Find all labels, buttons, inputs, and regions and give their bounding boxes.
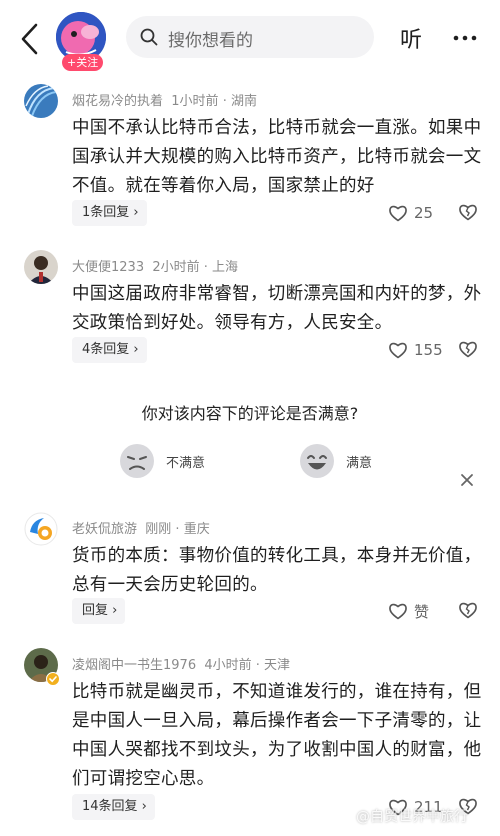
like-button[interactable]: 25 bbox=[388, 201, 433, 225]
like-button[interactable]: 155 bbox=[388, 338, 443, 362]
view-replies-button[interactable]: 1条回复 › bbox=[72, 200, 147, 226]
comment-item: 大便便1233 2小时前 · 上海 中国这届政府非常睿智，切断漂亮国和内奸的梦，… bbox=[0, 250, 500, 370]
commenter-name[interactable]: 凌烟阁中一书生1976 bbox=[72, 658, 196, 673]
watermark: @自贸世界中旅行 bbox=[356, 809, 468, 825]
unhappy-face-icon bbox=[120, 444, 154, 478]
comment-item: 烟花易冷的执着 1小时前 · 湖南 中国不承认比特币合法，比特币就会一直涨。如果… bbox=[0, 84, 500, 234]
broken-heart-icon[interactable] bbox=[458, 339, 478, 363]
unsatisfied-option[interactable]: 不满意 bbox=[118, 442, 205, 480]
comment-text: 货币的本质：事物价值的转化工具，本身并无价值，总有一天会历史轮回的。 bbox=[72, 546, 482, 595]
comment-time: 刚刚 bbox=[145, 522, 172, 537]
heart-icon bbox=[389, 603, 407, 620]
survey-question: 你对该内容下的评论是否满意? bbox=[141, 404, 359, 423]
like-button[interactable]: 赞 bbox=[388, 599, 429, 623]
view-replies-button[interactable]: 4条回复 › bbox=[72, 337, 147, 363]
commenter-name[interactable]: 老妖侃旅游 bbox=[72, 522, 137, 537]
comment-meta: 老妖侃旅游 刚刚 · 重庆 bbox=[72, 522, 210, 537]
view-replies-button[interactable]: 14条回复 › bbox=[72, 794, 155, 820]
comment-text: 比特币就是幽灵币，不知道谁发行的，谁在持有，但是中国人一旦入局，幕后操作者会一下… bbox=[72, 682, 482, 789]
like-label: 赞 bbox=[414, 602, 430, 621]
search-bar[interactable]: 搜你想看的 bbox=[126, 16, 374, 58]
heart-icon bbox=[389, 205, 407, 222]
top-bar: +关注 搜你想看的 听 bbox=[0, 0, 500, 78]
commenter-avatar[interactable] bbox=[24, 250, 58, 284]
comment-location: 湖南 bbox=[230, 94, 257, 109]
more-icon[interactable] bbox=[452, 28, 478, 48]
comment-time: 4小时前 bbox=[204, 658, 252, 673]
search-icon bbox=[140, 28, 158, 46]
comment-item: 老妖侃旅游 刚刚 · 重庆 货币的本质：事物价值的转化工具，本身并无价值，总有一… bbox=[0, 512, 500, 632]
verified-badge-icon bbox=[46, 672, 60, 686]
comment-satisfaction-survey: 你对该内容下的评论是否满意? 不满意 满意 bbox=[0, 380, 500, 492]
comment-location: 上海 bbox=[212, 260, 239, 275]
comment-text: 中国不承认比特币合法，比特币就会一直涨。如果中国承认并大规模的购入比特币资产，比… bbox=[72, 118, 482, 196]
commenter-name[interactable]: 烟花易冷的执着 bbox=[72, 94, 163, 109]
back-arrow-icon[interactable] bbox=[18, 22, 42, 56]
listen-button[interactable]: 听 bbox=[400, 22, 422, 54]
comment-time: 1小时前 bbox=[171, 94, 219, 109]
comment-meta: 凌烟阁中一书生1976 4小时前 · 天津 bbox=[72, 658, 291, 673]
heart-icon bbox=[389, 342, 407, 359]
close-icon[interactable] bbox=[460, 472, 474, 491]
reply-label: 14条回复 bbox=[82, 799, 138, 814]
broken-heart-icon[interactable] bbox=[458, 600, 478, 624]
comment-time: 2小时前 bbox=[152, 260, 200, 275]
comment-meta: 大便便1233 2小时前 · 上海 bbox=[72, 260, 239, 275]
comment-location: 天津 bbox=[264, 658, 291, 673]
comment-item: 凌烟阁中一书生1976 4小时前 · 天津 比特币就是幽灵币，不知道谁发行的，谁… bbox=[0, 648, 500, 828]
satisfied-option[interactable]: 满意 bbox=[298, 442, 372, 480]
comment-location: 重庆 bbox=[183, 522, 210, 537]
comment-meta: 烟花易冷的执着 1小时前 · 湖南 bbox=[72, 94, 257, 109]
unsatisfied-label: 不满意 bbox=[166, 455, 206, 471]
follow-button[interactable]: +关注 bbox=[62, 54, 104, 71]
commenter-avatar[interactable] bbox=[24, 512, 58, 546]
comment-text: 中国这届政府非常睿智，切断漂亮国和内奸的梦，外交政策恰到好处。领导有方，人民安全… bbox=[72, 284, 482, 333]
commenter-name[interactable]: 大便便1233 bbox=[72, 260, 144, 275]
reply-label: 4条回复 bbox=[82, 342, 130, 357]
search-placeholder: 搜你想看的 bbox=[168, 31, 253, 51]
satisfied-label: 满意 bbox=[346, 455, 373, 471]
reply-button[interactable]: 回复 › bbox=[72, 598, 126, 624]
reply-label: 回复 bbox=[82, 603, 109, 618]
commenter-avatar[interactable] bbox=[24, 84, 58, 118]
happy-face-icon bbox=[300, 444, 334, 478]
like-count: 25 bbox=[414, 204, 434, 222]
reply-label: 1条回复 bbox=[82, 205, 130, 220]
like-count: 155 bbox=[414, 341, 443, 359]
author-avatar[interactable]: +关注 bbox=[56, 12, 106, 71]
broken-heart-icon[interactable] bbox=[458, 202, 478, 226]
